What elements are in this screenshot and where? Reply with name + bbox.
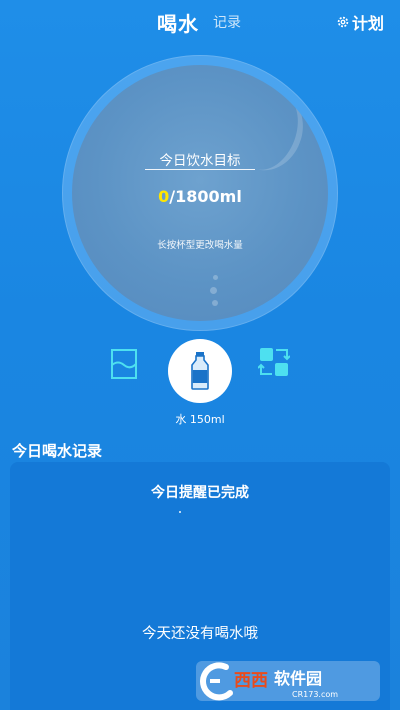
goal-divider [145,169,255,170]
change-cup-hint: 长按杯型更改喝水量 [157,240,243,251]
top-bar: 喝水 记录 计划 [0,0,400,44]
plan-button[interactable]: 计划 [336,10,384,34]
svg-text:CR173.com: CR173.com [292,690,338,699]
bubble [213,275,218,280]
cup-button[interactable] [168,339,232,403]
watermark-logo: 西西 软件园 CR173.com [196,661,380,701]
target-amount: 1800ml [175,187,242,206]
dot [179,511,181,513]
tab-record[interactable]: 记录 [213,12,241,32]
water-goal-circle[interactable]: 今日饮水目标 0/1800ml 长按杯型更改喝水量 [72,65,328,321]
goal-progress: 0/1800ml [72,187,328,206]
svg-text:软件园: 软件园 [274,669,322,688]
record-section-title: 今日喝水记录 [12,442,103,460]
gear-icon [337,16,349,28]
reminder-status: 今日提醒已完成 [151,485,249,501]
tab-drink[interactable]: 喝水 [157,8,199,37]
svg-text:西西: 西西 [234,671,268,691]
bubble [212,300,218,306]
cup-label: 水 150ml [175,413,225,426]
wave-glass-icon[interactable] [110,348,138,380]
bubble [210,287,217,294]
water-goal-ring: 今日饮水目标 0/1800ml 长按杯型更改喝水量 [62,55,338,331]
goal-label: 今日饮水目标 [159,153,241,169]
empty-state-text: 今天还没有喝水哦 [142,626,258,642]
water-bottle-icon [191,352,209,390]
plan-label: 计划 [351,14,384,33]
current-amount: 0 [158,187,170,206]
swap-icon[interactable] [258,346,290,378]
